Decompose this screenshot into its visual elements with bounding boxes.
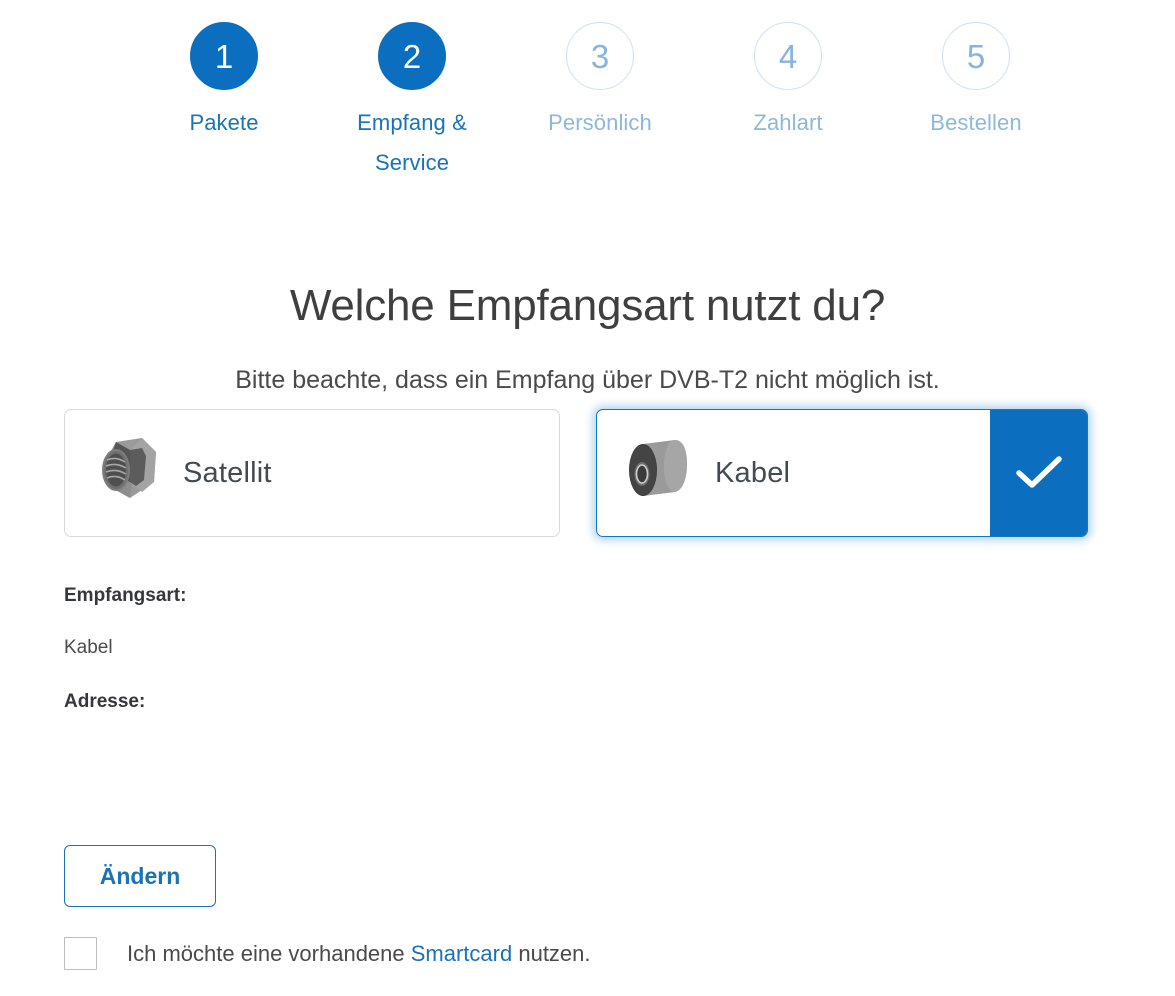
reception-type-value: Kabel	[64, 637, 113, 658]
smartcard-text-before: Ich möchte eine vorhandene	[127, 941, 411, 966]
option-kabel-selected-indicator	[990, 410, 1087, 536]
step-5-bestellen[interactable]: 5 Bestellen	[882, 22, 1070, 183]
step-2-circle: 2	[378, 22, 446, 90]
check-icon	[1013, 452, 1065, 494]
smartcard-text-after: nutzen.	[512, 941, 591, 966]
reception-details: Empfangsart: Kabel Adresse:	[64, 583, 764, 829]
step-5-number: 5	[966, 37, 986, 75]
step-2-empfang-service[interactable]: 2 Empfang & Service	[318, 22, 506, 183]
checkout-reception-page: 1 Pakete 2 Empfang & Service 3 Persönlic…	[0, 0, 1175, 996]
step-3-circle: 3	[566, 22, 634, 90]
smartcard-checkbox-label: Ich möchte eine vorhandene Smartcard nut…	[127, 937, 591, 970]
option-kabel-label: Kabel	[715, 456, 791, 489]
address-value	[64, 741, 764, 801]
step-3-number: 3	[590, 37, 610, 75]
step-4-label: Zahlart	[753, 110, 823, 135]
f-connector-nut-icon	[86, 436, 162, 511]
step-1-circle: 1	[190, 22, 258, 90]
page-title: Welche Empfangsart nutzt du?	[289, 281, 886, 331]
option-kabel[interactable]: Kabel	[596, 409, 1088, 537]
step-4-circle: 4	[754, 22, 822, 90]
step-3-label: Persönlich	[548, 110, 652, 135]
step-5-label: Bestellen	[930, 110, 1022, 135]
reception-options: Satellit Kabel	[64, 409, 1089, 539]
reception-type-label: Empfangsart:	[64, 585, 187, 606]
option-satellit-icon-wrap	[65, 436, 183, 511]
smartcard-checkbox[interactable]	[64, 937, 97, 970]
step-5-circle: 5	[942, 22, 1010, 90]
step-4-number: 4	[778, 37, 798, 75]
coaxial-connector-icon	[617, 436, 695, 511]
checkout-stepper: 1 Pakete 2 Empfang & Service 3 Persönlic…	[0, 22, 1175, 183]
step-3-persoenlich[interactable]: 3 Persönlich	[506, 22, 694, 183]
smartcard-checkbox-row: Ich möchte eine vorhandene Smartcard nut…	[64, 937, 591, 970]
step-2-number: 2	[402, 37, 422, 75]
option-kabel-icon-wrap	[597, 436, 715, 511]
page-subtitle: Bitte beachte, dass ein Empfang über DVB…	[235, 366, 940, 394]
option-satellit-label: Satellit	[183, 456, 272, 489]
step-1-pakete[interactable]: 1 Pakete	[130, 22, 318, 183]
step-2-label: Empfang & Service	[357, 110, 467, 175]
step-4-zahlart[interactable]: 4 Zahlart	[694, 22, 882, 183]
step-1-label: Pakete	[189, 110, 259, 135]
step-1-number: 1	[214, 37, 234, 75]
option-satellit[interactable]: Satellit	[64, 409, 560, 537]
change-button[interactable]: Ändern	[64, 845, 216, 907]
address-label: Adresse:	[64, 691, 146, 712]
smartcard-link[interactable]: Smartcard	[411, 941, 512, 966]
